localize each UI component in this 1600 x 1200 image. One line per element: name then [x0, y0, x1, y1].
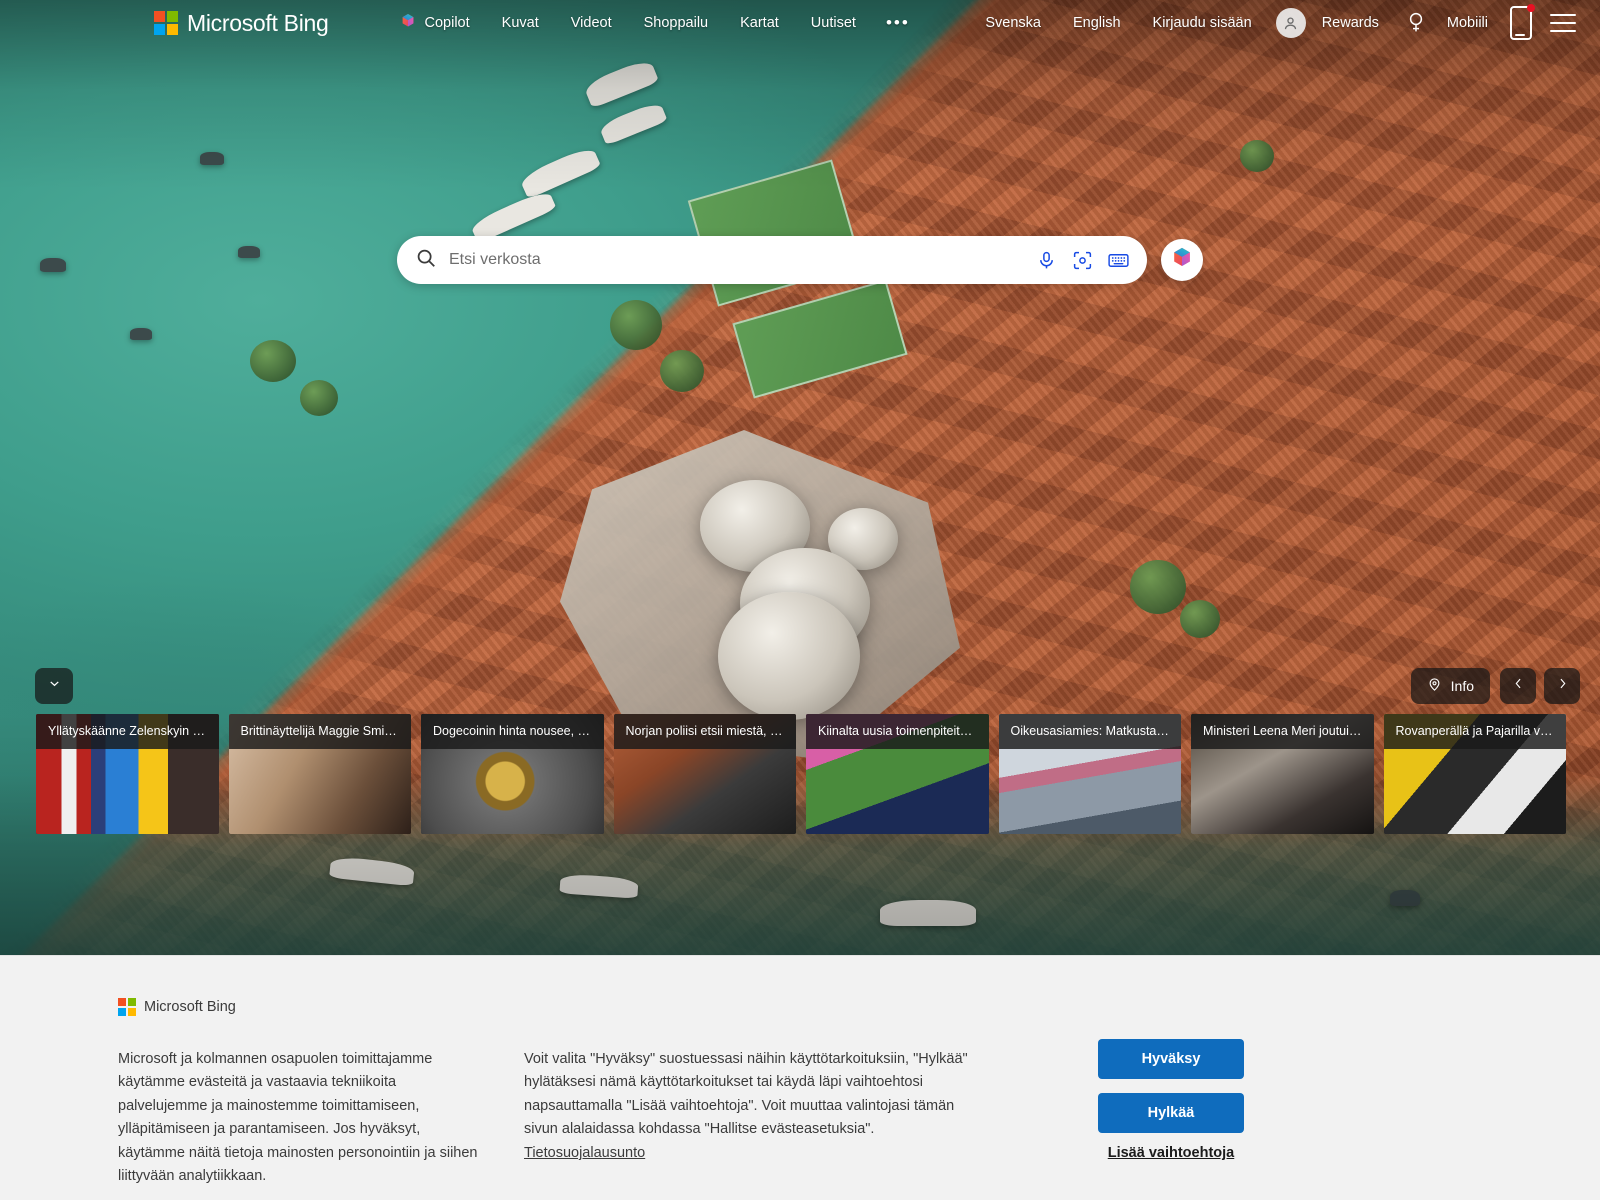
mobile-phone-icon[interactable]	[1510, 4, 1535, 40]
nav-item-uutiset[interactable]: Uutiset	[795, 9, 872, 37]
news-card[interactable]: Yllätyskäänne Zelenskyin …	[36, 714, 219, 834]
next-image-button[interactable]	[1544, 668, 1580, 704]
news-card-title: Dogecoinin hinta nousee, …	[421, 714, 604, 749]
tree	[660, 350, 704, 392]
hamburger-menu-icon[interactable]	[1550, 14, 1576, 32]
visual-search-camera-icon[interactable]	[1067, 245, 1097, 275]
nav-item-copilot[interactable]: Copilot	[383, 6, 486, 40]
dome	[718, 592, 860, 720]
bing-brand-logo[interactable]: Microsoft Bing	[154, 10, 329, 37]
news-card-title: Yllätyskäänne Zelenskyin …	[36, 714, 219, 749]
news-card-title: Kiinalta uusia toimenpiteit…	[806, 714, 989, 749]
cookie-banner-brand: Microsoft Bing	[118, 998, 236, 1016]
microsoft-logo-icon	[154, 11, 178, 35]
collapse-news-button[interactable]	[35, 668, 73, 704]
image-info-button[interactable]: Info	[1410, 668, 1490, 704]
cookie-text-column-1: Microsoft ja kolmannen osapuolen toimitt…	[118, 1051, 478, 1185]
copilot-icon	[1169, 245, 1195, 276]
chevron-left-icon	[1511, 676, 1526, 696]
tree	[250, 340, 296, 382]
nav-item-shoppailu[interactable]: Shoppailu	[628, 9, 725, 37]
mobile-link[interactable]: Mobiili	[1431, 9, 1504, 37]
news-card[interactable]: Dogecoinin hinta nousee, …	[421, 714, 604, 834]
chevron-down-icon	[47, 676, 62, 696]
cookie-banner-actions: Hyväksy Hylkää	[1098, 1039, 1244, 1133]
tree	[1130, 560, 1186, 614]
primary-navigation: Copilot Kuvat Videot Shoppailu Kartat Uu…	[383, 6, 924, 40]
image-info-label: Info	[1450, 678, 1474, 694]
tree	[1180, 600, 1220, 638]
language-link-english[interactable]: English	[1057, 9, 1137, 37]
rewards-medal-icon[interactable]	[1401, 8, 1431, 38]
cookie-paragraph-2: Voit valita "Hyväksy" suostuessasi näihi…	[524, 1051, 968, 1138]
brand-name-label: Microsoft Bing	[187, 9, 329, 36]
location-pin-icon	[1427, 677, 1442, 695]
news-card[interactable]: Norjan poliisi etsii miestä, …	[613, 714, 796, 834]
person-avatar-icon[interactable]	[1275, 8, 1306, 38]
tree	[300, 380, 338, 416]
search-input[interactable]	[449, 251, 1025, 269]
tree	[610, 300, 662, 350]
cookie-banner-brand-label: Microsoft Bing	[144, 999, 236, 1015]
news-card[interactable]: Oikeusasiamies: Matkusta…	[998, 714, 1181, 834]
news-card[interactable]: Rovanperällä ja Pajarilla v…	[1383, 714, 1566, 834]
copilot-button[interactable]	[1161, 239, 1203, 281]
sign-in-link[interactable]: Kirjaudu sisään	[1137, 9, 1268, 37]
boat	[1390, 890, 1420, 906]
search-box[interactable]	[397, 236, 1147, 284]
news-card-title: Brittinäyttelijä Maggie Smi…	[228, 714, 411, 749]
copilot-icon	[399, 12, 417, 34]
more-options-link[interactable]: Lisää vaihtoehtoja	[1098, 1145, 1244, 1161]
privacy-statement-link[interactable]: Tietosuojalausunto	[524, 1145, 645, 1161]
secondary-navigation: Svenska English Kirjaudu sisään Rewards …	[969, 4, 1586, 40]
microsoft-logo-icon	[118, 998, 136, 1016]
previous-image-button[interactable]	[1500, 668, 1536, 704]
news-card-title: Norjan poliisi etsii miestä, …	[613, 714, 796, 749]
news-card-title: Oikeusasiamies: Matkusta…	[998, 714, 1181, 749]
nav-item-label: Copilot	[424, 15, 470, 31]
news-card[interactable]: Ministeri Leena Meri joutui…	[1191, 714, 1374, 834]
news-card-title: Ministeri Leena Meri joutui…	[1191, 714, 1374, 749]
nav-item-kartat[interactable]: Kartat	[724, 9, 795, 37]
chevron-right-icon	[1555, 676, 1570, 696]
site-header: Microsoft Bing Copilot Kuvat Videot Shop…	[0, 0, 1600, 46]
cookie-consent-banner: Microsoft Bing Microsoft ja kolmannen os…	[0, 955, 1600, 1200]
rewards-link[interactable]: Rewards	[1306, 9, 1395, 37]
nav-item-videot[interactable]: Videot	[555, 9, 628, 37]
news-card[interactable]: Kiinalta uusia toimenpiteit…	[806, 714, 989, 834]
tree	[1240, 140, 1274, 172]
nav-more-button[interactable]: •••	[872, 7, 924, 39]
news-card[interactable]: Brittinäyttelijä Maggie Smi…	[228, 714, 411, 834]
accept-button[interactable]: Hyväksy	[1098, 1039, 1244, 1079]
cookie-text-column-2: Voit valita "Hyväksy" suostuessasi näihi…	[524, 1048, 976, 1165]
nav-item-kuvat[interactable]: Kuvat	[486, 9, 555, 37]
news-card-title: Rovanperällä ja Pajarilla v…	[1383, 714, 1566, 749]
news-carousel: Yllätyskäänne Zelenskyin … Brittinäyttel…	[36, 714, 1566, 834]
hero-background-region: Microsoft Bing Copilot Kuvat Videot Shop…	[0, 0, 1600, 955]
language-link-svenska[interactable]: Svenska	[969, 9, 1057, 37]
boat	[200, 152, 224, 165]
keyboard-icon[interactable]	[1103, 245, 1133, 275]
boat	[880, 900, 976, 926]
microphone-icon[interactable]	[1031, 245, 1061, 275]
boat	[130, 328, 152, 340]
search-icon	[415, 247, 437, 274]
reject-button[interactable]: Hylkää	[1098, 1093, 1244, 1133]
search-region	[0, 236, 1600, 284]
